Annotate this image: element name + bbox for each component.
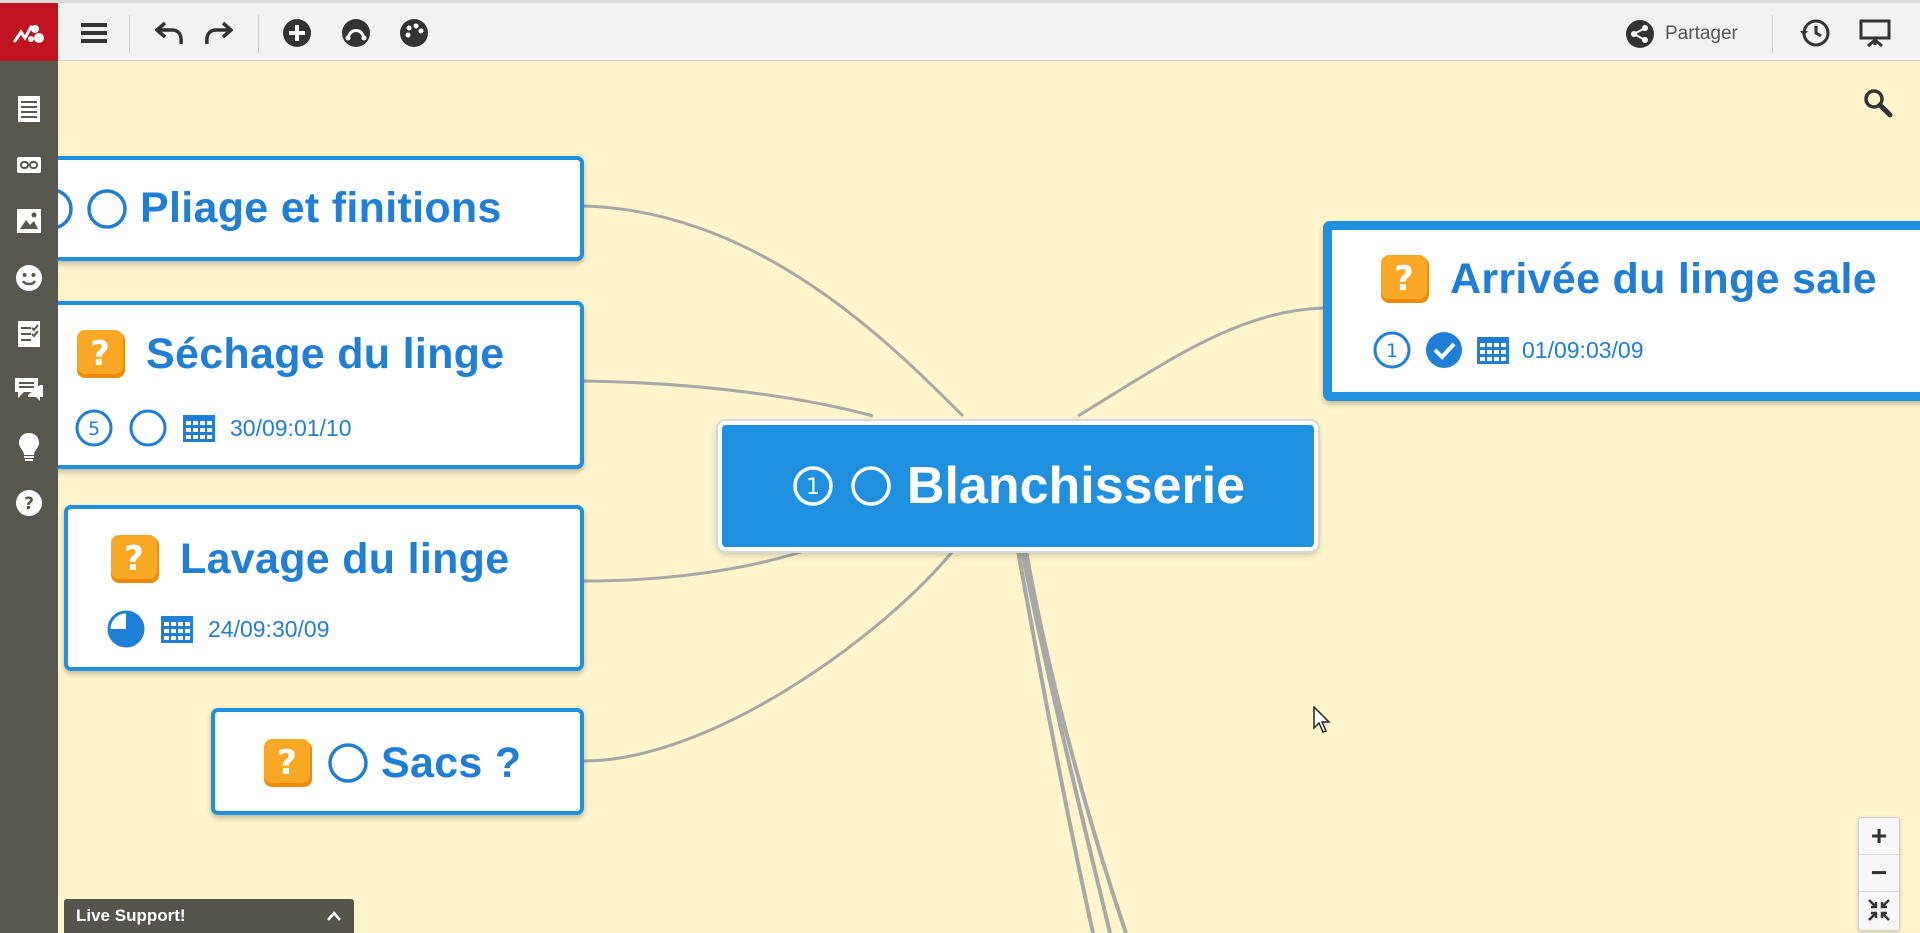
node-sacs[interactable]: ? Sacs ? (211, 708, 584, 815)
zoom-in-button[interactable]: + (1859, 818, 1899, 855)
node-dates: 24/09:30/09 (208, 615, 330, 642)
task-open-circle-icon (328, 743, 368, 783)
tasks-icon (18, 321, 40, 347)
task-done-check-icon (1426, 332, 1462, 368)
calendar-icon (1477, 337, 1509, 364)
node-dates: 30/09:01/10 (230, 414, 352, 441)
share-label: Partager (1665, 23, 1738, 44)
node-lavage-du-linge[interactable]: ? Lavage du linge 24/09:30/09 (64, 505, 584, 671)
emoji-icon (16, 265, 42, 291)
svg-text:?: ? (124, 539, 144, 579)
share-button[interactable]: Partager (1625, 17, 1738, 51)
question-icon: ? (77, 330, 125, 378)
zoom-out-button[interactable]: − (1859, 855, 1899, 892)
priority-1-icon: 1 (1373, 331, 1411, 369)
link-button[interactable] (9, 145, 49, 185)
node-sechage-du-linge[interactable]: ? Séchage du linge 5 30/09:01/10 (58, 301, 584, 469)
task-open-circle-icon (851, 466, 891, 506)
svg-text:?: ? (1394, 259, 1414, 299)
svg-text:?: ? (277, 743, 297, 783)
question-icon: ? (264, 739, 312, 787)
connection-button[interactable] (336, 13, 376, 53)
svg-text:1: 1 (806, 475, 820, 500)
question-icon: ? (1381, 255, 1429, 303)
node-arrivee-du-linge-sale[interactable]: ? Arrivée du linge sale 1 01/09:03/09 (1323, 221, 1920, 401)
question-icon: ? (111, 535, 159, 583)
calendar-icon (183, 415, 215, 442)
share-icon (1626, 20, 1654, 48)
undo-icon (155, 21, 183, 45)
priority-1-icon: 1 (793, 466, 833, 506)
history-button[interactable] (1795, 13, 1835, 53)
emoji-button[interactable] (9, 258, 49, 298)
redo-button[interactable] (198, 13, 238, 53)
help-icon: ? (16, 490, 42, 516)
mindmap-canvas[interactable]: Pliage et finitions ? Séchage du linge 5… (58, 61, 1920, 933)
tasks-button[interactable] (9, 314, 49, 354)
idea-button[interactable] (9, 427, 49, 467)
connection-icon (342, 19, 370, 47)
live-support-tab[interactable]: Live Support! (64, 899, 354, 933)
node-dates: 01/09:03/09 (1522, 336, 1644, 363)
toolbar-divider (129, 15, 130, 53)
menu-button[interactable] (74, 13, 114, 53)
idea-bulb-icon (19, 433, 39, 461)
node-title: Séchage du linge (146, 329, 505, 378)
undo-button[interactable] (150, 13, 190, 53)
progress-quarter-icon (107, 610, 145, 648)
comments-icon (15, 378, 43, 401)
logo-icon (13, 24, 44, 43)
top-toolbar: Partager (0, 0, 1920, 64)
app-logo[interactable] (0, 3, 58, 64)
fit-to-screen-button[interactable] (1859, 892, 1899, 928)
image-icon (17, 209, 41, 233)
node-title: Lavage du linge (180, 534, 510, 583)
search-button[interactable] (1860, 85, 1896, 121)
palette-button[interactable] (394, 13, 434, 53)
node-title: Pliage et finitions (140, 184, 502, 232)
redo-icon (205, 21, 233, 45)
link-icon (17, 157, 41, 173)
zoom-controls: + − (1858, 817, 1900, 931)
node-pliage-et-finitions[interactable]: Pliage et finitions (58, 156, 584, 261)
svg-text:1: 1 (1386, 340, 1398, 362)
live-support-label: Live Support! (76, 906, 186, 925)
task-open-circle-icon (87, 188, 127, 229)
svg-text:?: ? (24, 494, 34, 514)
central-node-title: Blanchisserie (906, 457, 1246, 515)
menu-icon (81, 23, 107, 43)
history-icon (1800, 19, 1830, 47)
calendar-icon (161, 616, 193, 643)
chevron-up-icon (327, 911, 341, 921)
presentation-icon (1859, 19, 1891, 48)
notes-button[interactable] (9, 89, 49, 129)
priority-5-icon: 5 (75, 409, 113, 447)
presentation-button[interactable] (1855, 13, 1895, 53)
add-node-icon (283, 19, 311, 47)
toolbar-divider (1772, 15, 1773, 53)
svg-text:5: 5 (88, 418, 100, 440)
help-button[interactable]: ? (9, 483, 49, 523)
left-sidebar: ? (0, 61, 58, 933)
mouse-cursor-icon (1313, 706, 1331, 733)
task-open-circle-icon (129, 409, 167, 447)
toolbar-divider (258, 15, 259, 53)
comments-button[interactable] (9, 370, 49, 410)
search-icon (1864, 89, 1893, 118)
node-title: Sacs ? (381, 738, 522, 787)
fit-screen-icon (1868, 899, 1890, 921)
svg-text:?: ? (90, 334, 110, 374)
priority-partial-icon (58, 188, 73, 229)
add-node-button[interactable] (277, 13, 317, 53)
node-title: Arrivée du linge sale (1450, 254, 1877, 303)
palette-icon (400, 19, 428, 47)
notes-icon (18, 96, 40, 122)
image-button[interactable] (9, 201, 49, 241)
central-node[interactable]: 1 Blanchisserie (718, 421, 1318, 551)
